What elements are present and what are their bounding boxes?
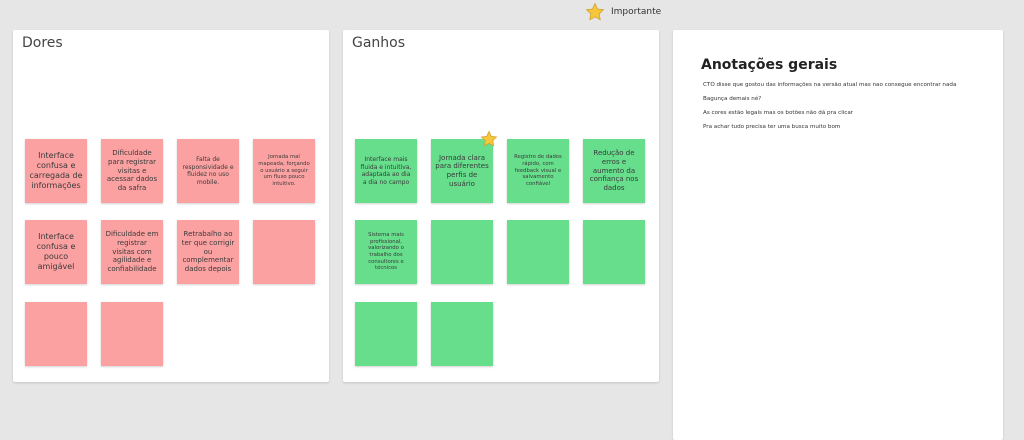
sticky-note[interactable]: Redução de erros e aumento da confiança … <box>583 139 645 203</box>
sticky-note[interactable]: Interface confusa e pouco amigável <box>25 220 87 284</box>
notes-heading: Anotações gerais <box>701 57 838 73</box>
sticky-note[interactable]: Jornada mal mapeada, forçando o usuário … <box>253 139 315 203</box>
legend-label: Importante <box>611 7 662 17</box>
note-line: As cores estão legais mas os botões não … <box>703 110 854 116</box>
sticky-note[interactable] <box>101 302 163 366</box>
sticky-note[interactable] <box>355 302 417 366</box>
sticky-note[interactable] <box>253 220 315 284</box>
sticky-note[interactable] <box>507 220 569 284</box>
sticky-note-text: Falta de responsividade e fluidez no uso… <box>182 156 234 186</box>
sticky-note-text: Dificuldade para registrar visitas e ace… <box>106 149 158 193</box>
ganhos-title: Ganhos <box>352 35 406 51</box>
sticky-note-text: Registro de dados rápido, com feedback v… <box>514 154 562 187</box>
sticky-note[interactable] <box>583 220 645 284</box>
ganhos-panel[interactable]: Ganhos Interface mais fluida e intuitiva… <box>343 30 659 382</box>
sticky-note[interactable]: Falta de responsividade e fluidez no uso… <box>177 139 239 203</box>
sticky-note[interactable]: Retrabalho ao ter que corrigir ou comple… <box>177 220 239 284</box>
sticky-note-text: Sistema mais profissional, valorizando o… <box>368 232 404 272</box>
notes-panel[interactable]: Anotações gerais CTO disse que gostou da… <box>673 30 1003 440</box>
note-line: CTO disse que gostou das informações na … <box>703 82 957 88</box>
dores-panel[interactable]: Dores Interface confusa e carregada de i… <box>13 30 329 382</box>
sticky-note-text: Interface confusa e pouco amigável <box>36 232 76 271</box>
star-icon <box>585 2 605 21</box>
sticky-note-text: Dificuldade em registrar visitas com agi… <box>105 230 159 274</box>
sticky-note[interactable]: Interface confusa e carregada de informa… <box>25 139 87 203</box>
dores-title: Dores <box>22 35 63 51</box>
note-line: Bagunça demais né? <box>703 96 762 102</box>
sticky-note[interactable]: Dificuldade em registrar visitas com agi… <box>101 220 163 284</box>
notes-list: CTO disse que gostou das informações na … <box>703 78 956 134</box>
sticky-note[interactable]: Registro de dados rápido, com feedback v… <box>507 139 569 203</box>
sticky-note[interactable]: Dificuldade para registrar visitas e ace… <box>101 139 163 203</box>
sticky-note-text: Redução de erros e aumento da confiança … <box>589 149 639 193</box>
sticky-note-text: Retrabalho ao ter que corrigir ou comple… <box>181 230 235 274</box>
note-line: Pra achar tudo precisa ter uma busca mui… <box>703 124 841 130</box>
sticky-note[interactable] <box>431 220 493 284</box>
sticky-note[interactable] <box>25 302 87 366</box>
legend: Importante <box>585 2 661 22</box>
sticky-note-text: Jornada clara para diferentes perfis de … <box>435 153 489 188</box>
importante-star-icon[interactable] <box>480 130 498 152</box>
sticky-note[interactable]: Interface mais fluida e intuitiva, adapt… <box>355 139 417 203</box>
sticky-note-text: Interface confusa e carregada de informa… <box>29 151 83 190</box>
sticky-note[interactable]: Sistema mais profissional, valorizando o… <box>355 220 417 284</box>
sticky-note[interactable] <box>431 302 493 366</box>
sticky-note-text: Interface mais fluida e intuitiva, adapt… <box>360 156 412 186</box>
sticky-note-text: Jornada mal mapeada, forçando o usuário … <box>258 154 310 187</box>
